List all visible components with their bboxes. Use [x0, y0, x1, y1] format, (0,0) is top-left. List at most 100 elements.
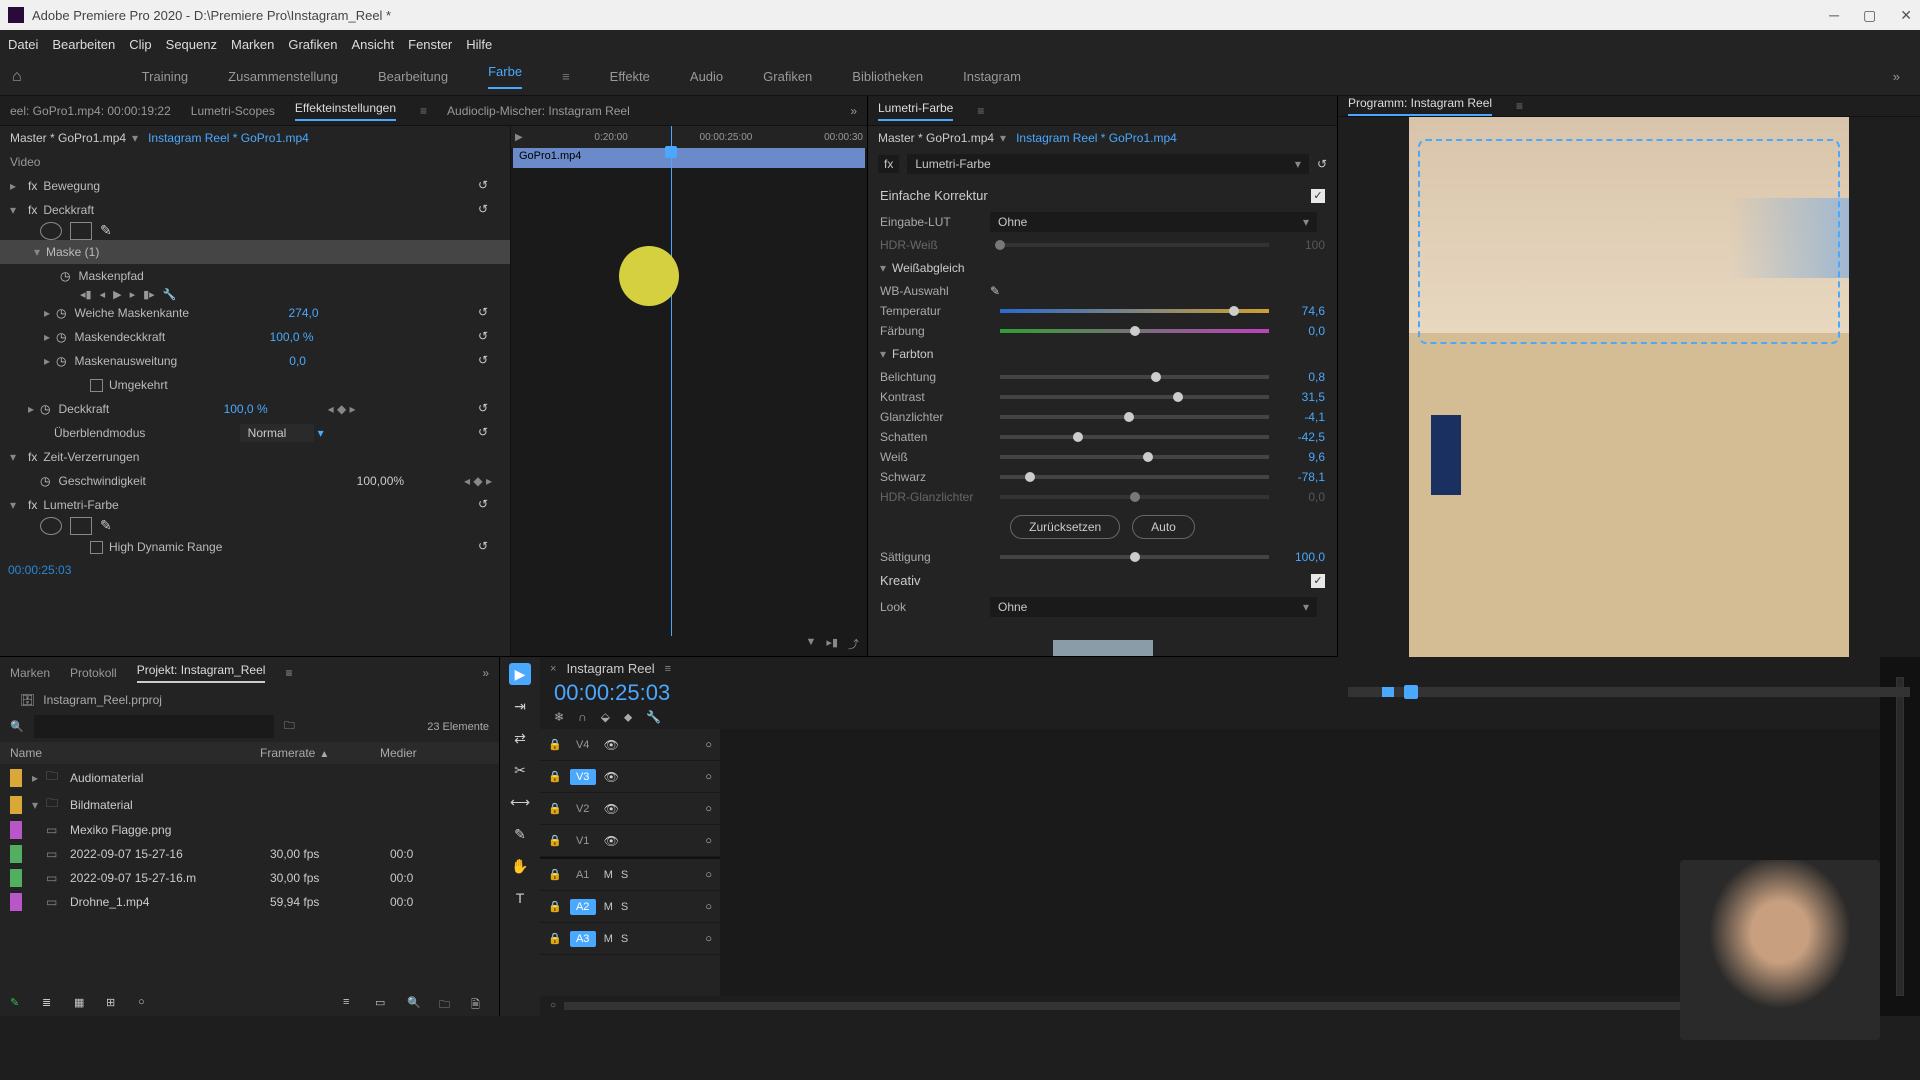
temp-value[interactable]: 74,6: [1279, 304, 1325, 318]
sat-slider[interactable]: [1000, 555, 1269, 559]
lum-seq[interactable]: Instagram Reel * GoPro1.mp4: [1016, 131, 1177, 145]
fx-opacity2-value[interactable]: 100,0 %: [224, 402, 268, 416]
menu-ansicht[interactable]: Ansicht: [351, 37, 394, 52]
close-seq-icon[interactable]: ×: [550, 663, 556, 675]
list-item[interactable]: ▭Mexiko Flagge.png: [0, 818, 499, 842]
tab-lumetri[interactable]: Lumetri-Farbe: [878, 101, 953, 121]
mask-pen-button[interactable]: ✎: [100, 517, 122, 535]
list-item[interactable]: ▭Drohne_1.mp459,94 fps00:0: [0, 890, 499, 914]
list-item[interactable]: ▭2022-09-07 15-27-1630,00 fps00:0: [0, 842, 499, 866]
chevron-down-icon[interactable]: ▾: [1000, 131, 1006, 145]
tabs-overflow[interactable]: »: [850, 104, 857, 118]
contr-slider[interactable]: [1000, 395, 1269, 399]
temp-slider[interactable]: [1000, 309, 1269, 313]
reset-icon[interactable]: ↺: [478, 329, 494, 345]
program-monitor[interactable]: [1338, 117, 1920, 657]
fx-motion[interactable]: Bewegung: [43, 179, 100, 193]
stopwatch-icon[interactable]: ◷: [60, 269, 70, 283]
new-bin-icon[interactable]: 🗀: [284, 717, 295, 736]
invert-checkbox[interactable]: [90, 379, 103, 392]
slip-tool[interactable]: ⟷: [509, 791, 531, 813]
zoom-dot-icon[interactable]: ○: [138, 996, 156, 1010]
chevron-down-icon[interactable]: ▾: [132, 131, 138, 145]
fx-mask[interactable]: Maske (1): [46, 245, 99, 259]
video-track-header[interactable]: 🔒V3👁○: [540, 761, 720, 793]
twirl-icon[interactable]: ▾: [10, 203, 22, 217]
lum-master[interactable]: Master * GoPro1.mp4: [878, 131, 994, 145]
home-icon[interactable]: ⌂: [12, 68, 22, 86]
track-select-tool[interactable]: ⇥: [509, 695, 531, 717]
ws-zusammenstellung[interactable]: Zusammenstellung: [228, 69, 338, 84]
ripple-tool[interactable]: ⇄: [509, 727, 531, 749]
lumetri-effect-select[interactable]: Lumetri-Farbe: [907, 154, 1309, 174]
reset-icon[interactable]: ↺: [478, 401, 494, 417]
lumetri-menu[interactable]: ≡: [977, 104, 984, 118]
marker-icon[interactable]: ⬙: [601, 710, 610, 725]
stopwatch-icon[interactable]: ◷: [56, 306, 66, 320]
high-value[interactable]: -4,1: [1279, 410, 1325, 424]
ws-grafiken[interactable]: Grafiken: [763, 69, 812, 84]
reset-icon[interactable]: ↺: [478, 497, 494, 513]
fx-speed-value[interactable]: 100,00%: [357, 474, 404, 488]
selection-tool[interactable]: ▶: [509, 663, 531, 685]
eye-icon[interactable]: 👁: [604, 738, 619, 752]
ws-farbe[interactable]: Farbe: [488, 64, 522, 89]
mask-ellipse-button[interactable]: [40, 517, 62, 535]
fx-badge-icon[interactable]: fx: [28, 498, 37, 512]
new-item-button[interactable]: 🗎: [471, 996, 489, 1010]
tab-effect-menu[interactable]: ≡: [420, 104, 427, 118]
eyedropper-icon[interactable]: ✎: [990, 284, 1000, 298]
ws-training[interactable]: Training: [142, 69, 188, 84]
razor-tool[interactable]: ✂: [509, 759, 531, 781]
program-menu[interactable]: ≡: [1516, 99, 1523, 113]
settings-icon[interactable]: ⬥: [624, 710, 632, 725]
audio-track-header[interactable]: 🔒A2MS○: [540, 891, 720, 923]
tone-label[interactable]: Farbton: [892, 347, 933, 361]
col-framerate[interactable]: Framerate▲: [260, 746, 380, 760]
maximize-button[interactable]: ▢: [1863, 7, 1876, 24]
look-select[interactable]: Ohne: [990, 597, 1317, 617]
reset-icon[interactable]: ↺: [478, 539, 494, 555]
lock-icon[interactable]: 🔒: [548, 834, 562, 847]
kf-nav[interactable]: ◂ ◆ ▸: [464, 474, 492, 488]
shad-value[interactable]: -42,5: [1279, 430, 1325, 444]
twirl-icon[interactable]: ▸: [44, 330, 56, 344]
fx-master-clip[interactable]: Master * GoPro1.mp4: [10, 131, 126, 145]
tint-value[interactable]: 0,0: [1279, 324, 1325, 338]
iconview-icon[interactable]: ▦: [74, 996, 92, 1010]
tab-scopes[interactable]: Lumetri-Scopes: [191, 104, 275, 118]
play-icon[interactable]: ▸▮: [826, 636, 838, 652]
timeline-menu[interactable]: ≡: [665, 663, 671, 675]
fx-clip-header[interactable]: GoPro1.mp4: [513, 148, 865, 168]
basic-enable-check[interactable]: [1311, 189, 1325, 203]
creative-enable-check[interactable]: [1311, 574, 1325, 588]
fx-feather-value[interactable]: 274,0: [288, 306, 318, 320]
sat-value[interactable]: 100,0: [1279, 550, 1325, 564]
menu-datei[interactable]: Datei: [8, 37, 38, 52]
fx-badge-icon[interactable]: fx: [28, 179, 37, 193]
audio-track-header[interactable]: 🔒A1MS○: [540, 859, 720, 891]
menu-hilfe[interactable]: Hilfe: [466, 37, 492, 52]
audio-track-header[interactable]: 🔒A3MS○: [540, 923, 720, 955]
col-name[interactable]: Name: [10, 746, 260, 760]
type-tool[interactable]: T: [509, 887, 531, 909]
shad-slider[interactable]: [1000, 435, 1269, 439]
menu-clip[interactable]: Clip: [129, 37, 151, 52]
twirl-icon[interactable]: ▸: [44, 354, 56, 368]
fx-maskopacity-value[interactable]: 100,0 %: [270, 330, 314, 344]
lum-basic[interactable]: Einfache Korrektur: [880, 188, 988, 203]
tint-slider[interactable]: [1000, 329, 1269, 333]
snap-icon[interactable]: ❄: [554, 710, 564, 725]
fx-badge[interactable]: fx: [878, 155, 899, 173]
mask-rect-button[interactable]: [70, 222, 92, 240]
ws-bearbeitung[interactable]: Bearbeitung: [378, 69, 448, 84]
reset-icon[interactable]: ↺: [1317, 157, 1327, 171]
video-track-header[interactable]: 🔒V1👁○: [540, 825, 720, 857]
video-track-header[interactable]: 🔒V4👁○: [540, 729, 720, 761]
stopwatch-icon[interactable]: ◷: [56, 354, 66, 368]
list-item[interactable]: ▾🗀Bildmaterial: [0, 791, 499, 818]
menu-sequenz[interactable]: Sequenz: [166, 37, 217, 52]
col-media[interactable]: Medier: [380, 746, 417, 760]
twirl-icon[interactable]: ▸: [28, 402, 40, 416]
lock-icon[interactable]: 🔒: [548, 738, 562, 751]
